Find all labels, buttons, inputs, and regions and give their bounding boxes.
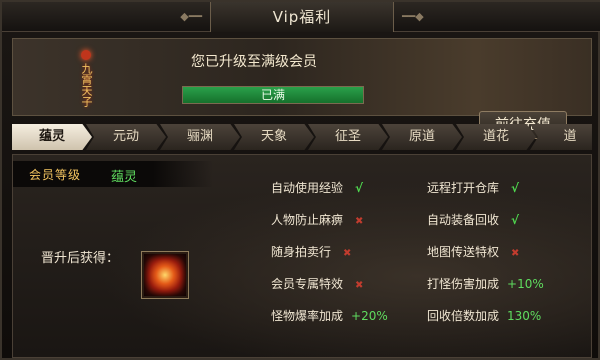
perk-item: 人物防止麻痹 ✖: [271, 211, 363, 229]
perk-item: 地图传送特权 ✖: [427, 243, 519, 261]
vip-window: ◆━━ Vip福利 ━━◆ 九霄天子 您已升级至满级会员 前往充值 已满 蕴灵 …: [0, 0, 600, 360]
window-title: Vip福利: [210, 2, 394, 32]
member-level-banner: 会员等级 蕴灵: [13, 161, 213, 187]
perk-name: 自动使用经验: [271, 181, 344, 195]
vip-level-tabs: 蕴灵 元动 骊渊 天象 征圣 原道 道花 道: [12, 124, 592, 150]
perk-list: 自动使用经验 √ 远程打开仓库 √ 人物防止麻痹 ✖ 自动装备回收 √ 随身拍卖行 ✖ 地…: [261, 179, 581, 339]
vip-header: 九霄天子 您已升级至满级会员 前往充值: [12, 38, 592, 139]
check-icon: √: [511, 181, 520, 195]
cross-icon: ✖: [343, 248, 352, 259]
vip-progress-label: 已满: [260, 88, 285, 102]
perk-item: 回收倍数加成 130%: [427, 307, 541, 325]
title-ornament-right-icon: ━━◆: [402, 10, 424, 23]
check-icon: √: [511, 213, 520, 227]
bonus-value: +20%: [351, 309, 388, 323]
reward-title: 晋升后获得：: [41, 251, 120, 266]
vip-status-text: 您已升级至满级会员: [191, 54, 317, 70]
perk-item: 怪物爆率加成 +20%: [271, 307, 388, 325]
perk-item: 随身拍卖行 ✖: [271, 243, 351, 261]
tab-level[interactable]: 征圣: [308, 124, 388, 150]
check-icon: √: [355, 181, 364, 195]
bonus-value: 130%: [507, 309, 542, 323]
vip-progress-bar: 已满: [182, 86, 364, 104]
member-level-label: 会员等级: [29, 168, 82, 182]
perk-name: 随身拍卖行: [271, 245, 332, 259]
perk-item: 远程打开仓库 √: [427, 179, 519, 197]
perk-item: 自动使用经验 √: [271, 179, 363, 197]
reward-item-slot[interactable]: [141, 251, 189, 299]
bonus-value: +10%: [507, 277, 544, 291]
perk-item: 会员专属特效 ✖: [271, 275, 363, 293]
title-ornament-left-icon: ◆━━: [180, 10, 202, 23]
title-bar: ◆━━ Vip福利 ━━◆: [2, 2, 600, 32]
perk-name: 回收倍数加成: [427, 309, 500, 323]
tab-level[interactable]: 道: [530, 124, 592, 150]
cross-icon: ✖: [355, 216, 364, 227]
perk-name: 地图传送特权: [427, 245, 500, 259]
perk-item: 自动装备回收 √: [427, 211, 519, 229]
tab-level[interactable]: 骊渊: [160, 124, 240, 150]
fire-orb-icon: [144, 254, 186, 296]
vip-perks-panel: 会员等级 蕴灵 晋升后获得： 自动使用经验 √ 远程打开仓库 √ 人物防止麻痹 ✖ 自…: [12, 154, 592, 358]
perk-name: 怪物爆率加成: [271, 309, 344, 323]
emblem-text: 九霄天子: [80, 62, 93, 107]
perk-name: 会员专属特效: [271, 277, 344, 291]
emblem-crest-icon: [81, 49, 91, 60]
tab-level[interactable]: 元动: [86, 124, 166, 150]
tab-level[interactable]: 道花: [456, 124, 536, 150]
vip-emblem: 九霄天子: [63, 47, 109, 109]
perk-name: 人物防止麻痹: [271, 213, 344, 227]
perk-name: 远程打开仓库: [427, 181, 500, 195]
perk-name: 自动装备回收: [427, 213, 500, 227]
perk-item: 打怪伤害加成 +10%: [427, 275, 544, 293]
cross-icon: ✖: [355, 280, 364, 291]
tab-level[interactable]: 蕴灵: [12, 124, 92, 150]
tab-level[interactable]: 原道: [382, 124, 462, 150]
cross-icon: ✖: [511, 248, 520, 259]
perk-name: 打怪伤害加成: [427, 277, 500, 291]
member-level-value: 蕴灵: [111, 170, 138, 185]
tab-level[interactable]: 天象: [234, 124, 314, 150]
